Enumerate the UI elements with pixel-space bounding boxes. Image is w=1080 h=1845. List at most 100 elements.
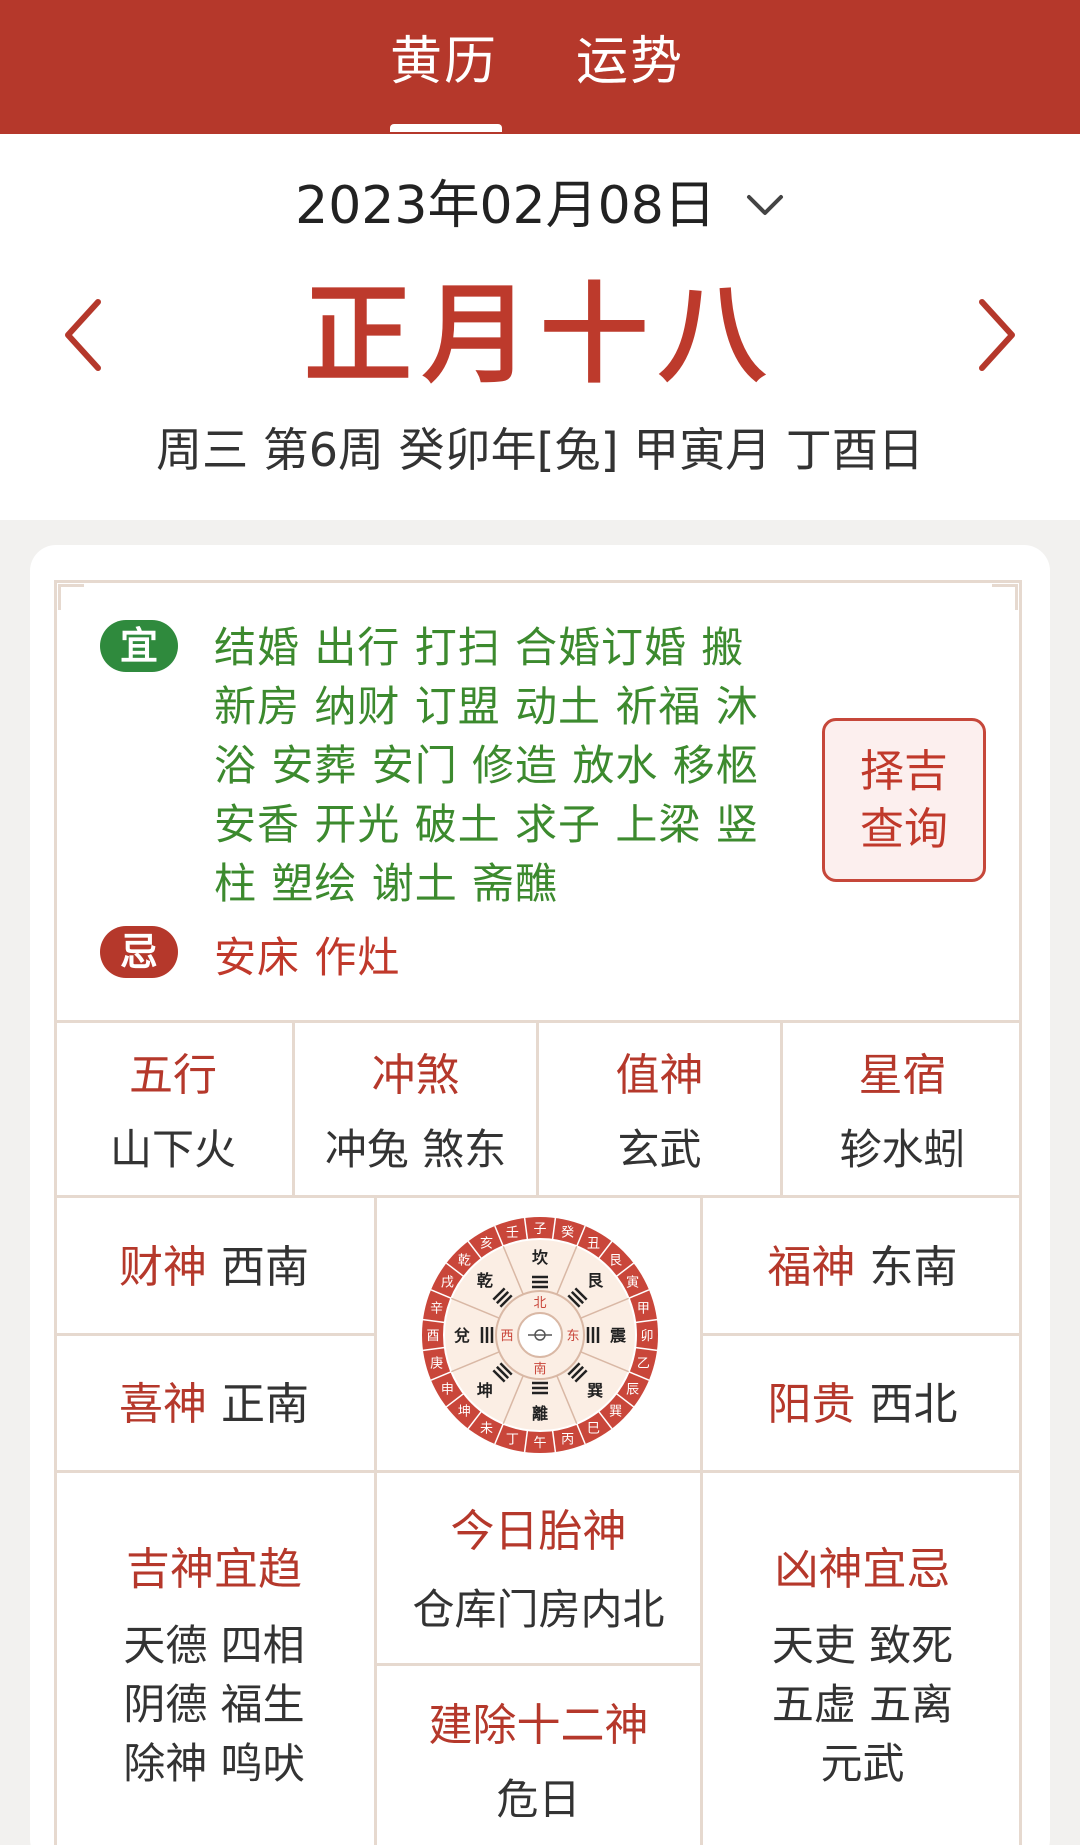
compass-trigram-name: 乾 (477, 1271, 493, 1290)
zhishen-value: 玄武 (617, 1125, 702, 1174)
xishen-cell: 喜神 正南 (54, 1377, 374, 1433)
jishen-line: 阴德 福生 (123, 1680, 305, 1729)
compass-trigram-name: 艮 (587, 1271, 604, 1290)
date-header: 2023年02月08日 正月十八 周三 第6周 癸卯年[兔] 甲寅月 丁酉日 (0, 134, 1080, 520)
compass-ring-label: 癸 (561, 1226, 574, 1241)
fushen-title: 福神 (767, 1242, 856, 1293)
chongsha-value: 冲兔 煞东 (324, 1125, 507, 1174)
xingxiu-value: 轸水蚓 (839, 1125, 966, 1174)
active-tab-indicator (390, 124, 502, 132)
caishen-value: 西南 (221, 1242, 309, 1293)
fushen-value: 东南 (869, 1242, 958, 1293)
tab-yunshi[interactable]: 运势 (576, 30, 684, 94)
next-day-arrow-icon[interactable] (966, 290, 1026, 380)
compass-ring-label: 坤 (458, 1405, 471, 1420)
compass-ring-label: 午 (533, 1436, 546, 1451)
chongsha-title: 冲煞 (371, 1050, 460, 1101)
date-selector[interactable]: 2023年02月08日 (0, 174, 1080, 238)
compass-ring-label: 酉 (426, 1329, 439, 1344)
yi-line: 浴 安葬 安门 修造 放水 移柩 (214, 741, 759, 790)
ji-activities: 安床 作灶 (214, 933, 401, 982)
compass-ring-label: 庚 (430, 1356, 443, 1372)
zeji-label-line2: 查询 (860, 804, 948, 855)
compass-ring-label: 丑 (587, 1236, 600, 1251)
yanggui-title: 阳贵 (767, 1379, 856, 1430)
yi-line: 安香 开光 破土 求子 上梁 竖 (214, 800, 759, 849)
compass-ring-label: 壬 (506, 1226, 519, 1241)
lunar-date: 正月十八 (303, 272, 776, 398)
compass-ring-label: 卯 (640, 1329, 653, 1344)
compass-ring-label: 艮 (609, 1253, 622, 1268)
yanggui-cell: 阳贵 西北 (703, 1377, 1022, 1433)
divider (54, 1195, 1022, 1198)
frame-corner-ornament (58, 584, 84, 610)
yi-activities: 结婚 出行 打扫 合婚订婚 搬 新房 纳财 订盟 动土 祈福 沐 浴 安葬 安门… (214, 618, 774, 913)
zhishen-title: 值神 (615, 1050, 704, 1101)
yi-line: 柱 塑绘 谢土 斋醮 (214, 859, 559, 908)
zeji-query-button[interactable]: 择吉 查询 (822, 718, 986, 882)
yi-line: 新房 纳财 订盟 动土 祈福 沐 (214, 682, 759, 731)
xiongshen-line: 元武 (820, 1739, 905, 1788)
compass-ring-label: 申 (441, 1383, 454, 1398)
jishen-line: 天德 四相 (123, 1621, 305, 1670)
yi-badge: 宜 (100, 620, 178, 672)
compass-direction-label: 南 (533, 1361, 546, 1377)
compass-ring-label: 子 (533, 1222, 546, 1237)
ji-badge: 忌 (100, 926, 178, 978)
compass-ring-label: 丙 (561, 1432, 574, 1447)
compass-direction-label: 西 (500, 1329, 513, 1344)
wuxing-title: 五行 (129, 1050, 217, 1101)
xishen-title: 喜神 (119, 1379, 207, 1430)
compass-ring-label: 乙 (637, 1357, 650, 1372)
jianchu-value: 危日 (496, 1775, 581, 1824)
zeji-label-line1: 择吉 (860, 746, 948, 797)
xiongshen-line: 天吏 致死 (771, 1621, 954, 1670)
compass-trigram-name: 兌 (454, 1326, 470, 1345)
compass-trigram-name: 巽 (587, 1381, 603, 1400)
tab-huangli[interactable]: 黄历 (390, 30, 498, 94)
top-tab-bar: 黄历 运势 (0, 0, 1080, 134)
compass-ring-label: 巽 (609, 1405, 622, 1420)
xingxiu-title: 星宿 (858, 1050, 947, 1101)
jishen-line: 除神 鸣吠 (123, 1739, 305, 1788)
wuxing-value: 山下火 (109, 1125, 236, 1174)
taishen-value: 仓库门房内北 (412, 1585, 665, 1634)
chevron-down-icon[interactable] (745, 191, 785, 221)
jishen-list: 天德 四相 阴德 福生 除神 鸣吠 (54, 1616, 374, 1793)
jishen-title: 吉神宜趋 (126, 1544, 302, 1595)
date-text[interactable]: 2023年02月08日 (295, 174, 716, 238)
divider (376, 1663, 700, 1666)
frame-corner-ornament (992, 584, 1018, 610)
compass-ring-label: 未 (480, 1422, 493, 1437)
compass-trigram-name: 坎 (532, 1248, 548, 1267)
compass-ring-label: 戌 (441, 1276, 454, 1291)
yi-line: 结婚 出行 打扫 合婚订婚 搬 (214, 623, 745, 672)
xiongshen-list: 天吏 致死 五虚 五离 元武 (703, 1616, 1022, 1793)
compass-ring-label: 巳 (587, 1422, 600, 1437)
compass-ring-label: 辛 (430, 1301, 443, 1316)
compass-ring-label: 甲 (637, 1301, 650, 1316)
compass-ring-label: 丁 (506, 1432, 519, 1447)
jianchu-title: 建除十二神 (428, 1700, 649, 1751)
compass-trigram-name: 離 (532, 1404, 548, 1423)
divider (54, 1470, 1022, 1473)
ganzhi-info: 周三 第6周 癸卯年[兔] 甲寅月 丁酉日 (156, 423, 924, 477)
compass-direction-label: 东 (566, 1329, 579, 1344)
divider (54, 1333, 376, 1336)
taishen-title: 今日胎神 (450, 1506, 627, 1557)
xiongshen-title: 凶神宜忌 (774, 1544, 951, 1595)
bagua-compass-icon: 子癸丑艮寅甲卯乙辰巽巳丙午丁未坤申庚酉辛戌乾亥壬坎艮震巽離坤兌乾北东南西 (422, 1217, 658, 1453)
caishen-title: 财神 (119, 1242, 207, 1293)
xishen-value: 正南 (221, 1379, 309, 1430)
compass-trigram-name: 震 (609, 1326, 627, 1345)
compass-ring-label: 亥 (480, 1236, 493, 1251)
compass-ring-label: 乾 (458, 1253, 471, 1268)
fushen-cell: 福神 东南 (703, 1240, 1022, 1296)
compass-ring-label: 寅 (626, 1275, 639, 1291)
caishen-cell: 财神 西南 (54, 1240, 374, 1296)
divider (700, 1333, 1022, 1336)
xiongshen-line: 五虚 五离 (771, 1680, 954, 1729)
compass-trigram-name: 坤 (477, 1381, 493, 1400)
compass-direction-label: 北 (533, 1296, 546, 1311)
compass-ring-label: 辰 (626, 1383, 639, 1398)
